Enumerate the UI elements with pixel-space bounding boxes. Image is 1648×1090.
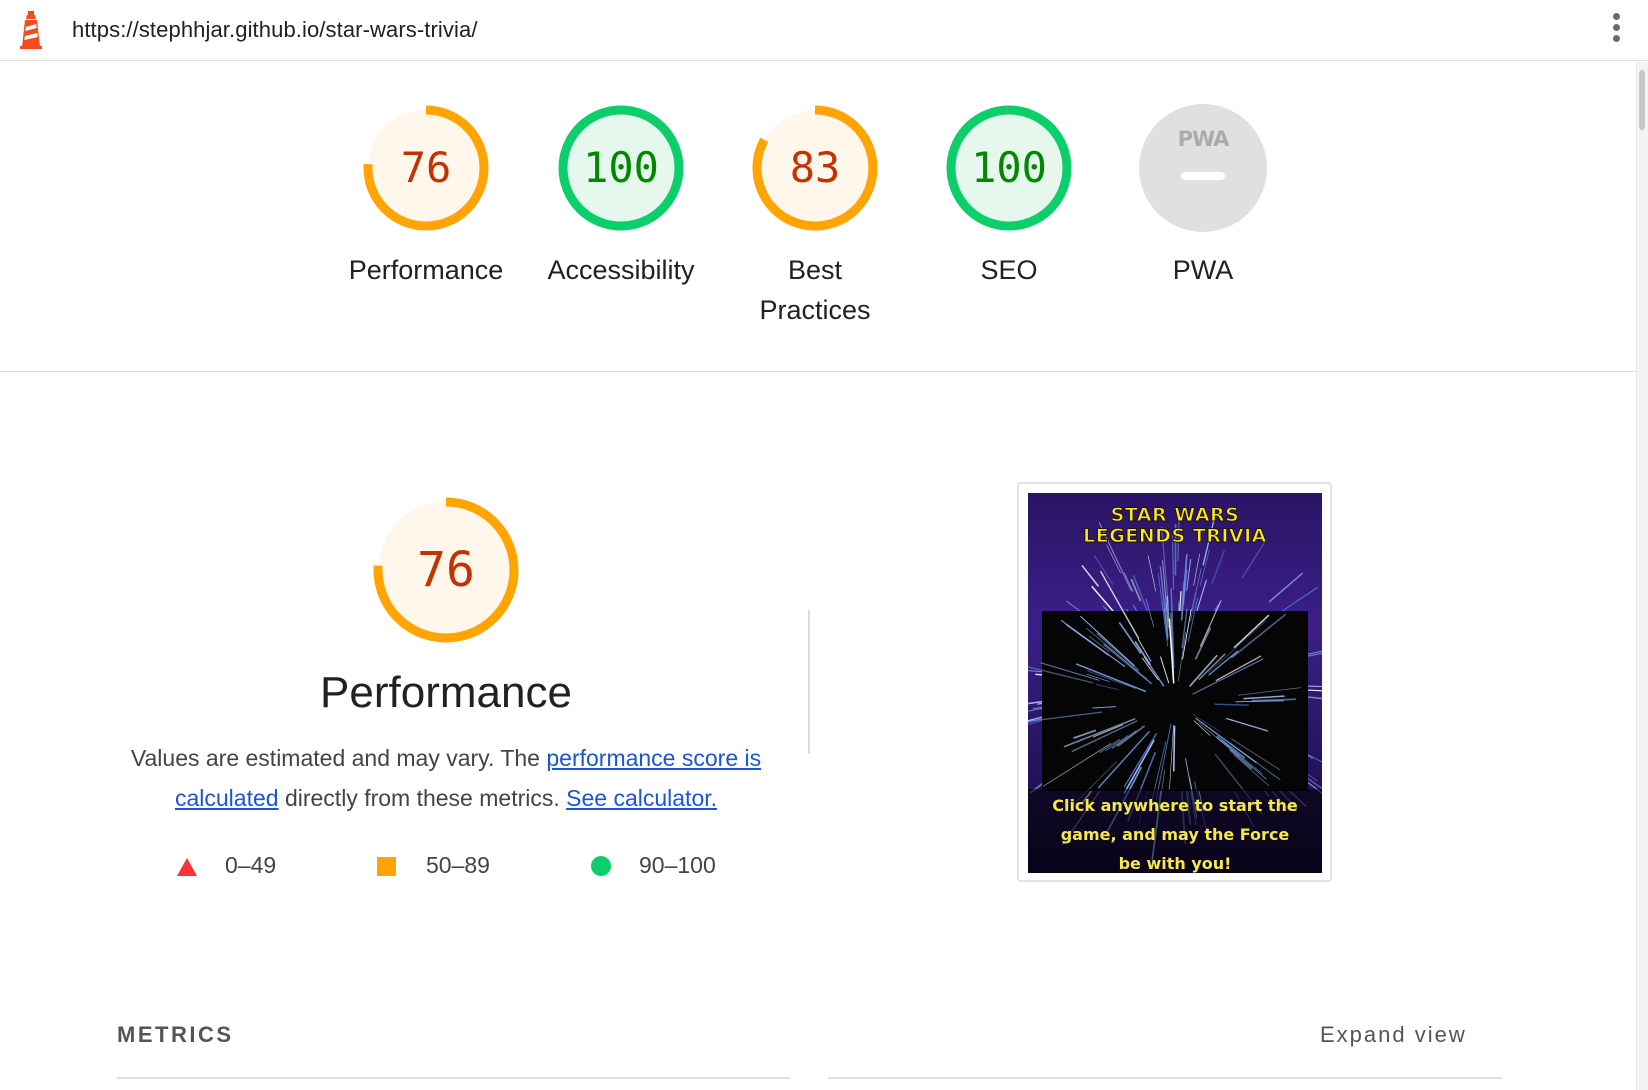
description-text: directly from these metrics. — [278, 785, 567, 811]
expand-view-button[interactable]: Expand view — [1320, 1022, 1467, 1048]
score-gauges: 76 Performance 100 Accessibility 83 Best… — [0, 62, 1636, 372]
see-calculator-link[interactable]: See calculator. — [566, 785, 717, 811]
pwa-badge-icon: PWA — [1139, 104, 1267, 232]
score-legend: 0–49 50–89 90–100 — [0, 852, 808, 882]
gauge-score: 83 — [790, 143, 841, 192]
performance-gauge: 76 — [373, 497, 519, 643]
start-message: Click anywhere to start the game, and ma… — [1052, 796, 1298, 873]
gauge-ring: 100 — [946, 105, 1072, 231]
legend-range: 0–49 — [225, 852, 277, 878]
game-title-line1: STAR WARS — [1110, 504, 1240, 526]
gauge-label-line2: Practices — [759, 295, 871, 325]
description-text: Values are estimated and may vary. The — [130, 745, 547, 771]
circle-icon — [591, 856, 611, 876]
game-title-line2: LEGENDS TRIVIA — [1083, 525, 1267, 547]
gauge-seo[interactable]: 100 SEO — [924, 102, 1094, 290]
more-options-icon[interactable] — [1604, 13, 1628, 49]
gauge-label: Accessibility — [547, 255, 695, 285]
gauge-ring: 83 — [752, 105, 878, 231]
triangle-icon — [177, 858, 197, 876]
pwa-badge-text: PWA — [1178, 127, 1231, 151]
gauge-score: 100 — [971, 143, 1047, 192]
lighthouse-icon — [20, 11, 42, 49]
performance-heading: Performance — [320, 668, 572, 717]
vertical-divider — [808, 610, 810, 754]
gauge-label: Best Practices — [730, 250, 900, 330]
gauge-ring: 100 — [558, 105, 684, 231]
screenshot-image: STAR WARS LEGENDS TRIVIA Click anywhere … — [1028, 493, 1322, 873]
gauge-best-practices[interactable]: 83 Best Practices — [730, 102, 900, 330]
metrics-divider-right — [828, 1077, 1502, 1079]
scrollbar[interactable] — [1636, 62, 1648, 1090]
gauge-score: 76 — [417, 542, 475, 598]
gauge-pwa[interactable]: PWA PWA — [1118, 102, 1288, 290]
legend-range: 50–89 — [426, 852, 490, 878]
gauge-label: Performance — [348, 255, 504, 285]
page-url[interactable]: https://stephhjar.github.io/star-wars-tr… — [72, 17, 478, 43]
gauge-label: PWA — [1172, 255, 1234, 285]
gauge-score: 76 — [401, 143, 452, 192]
legend-range: 90–100 — [639, 852, 716, 878]
performance-description: Values are estimated and may vary. The p… — [118, 738, 774, 818]
gauge-performance[interactable]: 76 Performance — [341, 102, 511, 290]
gauge-ring: 76 — [363, 105, 489, 231]
metrics-divider-left — [117, 1077, 790, 1079]
gauge-accessibility[interactable]: 100 Accessibility — [536, 102, 706, 290]
light-streak — [1172, 725, 1176, 772]
square-icon — [377, 857, 396, 876]
gauge-score: 100 — [583, 143, 659, 192]
game-title: STAR WARS LEGENDS TRIVIA — [1028, 504, 1322, 547]
final-screenshot[interactable]: STAR WARS LEGENDS TRIVIA Click anywhere … — [1017, 482, 1332, 882]
gauge-label: SEO — [980, 255, 1038, 285]
gauge-label-line1: Best — [787, 255, 843, 285]
scrollbar-thumb[interactable] — [1639, 70, 1645, 130]
url-bar: https://stephhjar.github.io/star-wars-tr… — [0, 0, 1648, 61]
metrics-heading: METRICS — [117, 1022, 234, 1047]
